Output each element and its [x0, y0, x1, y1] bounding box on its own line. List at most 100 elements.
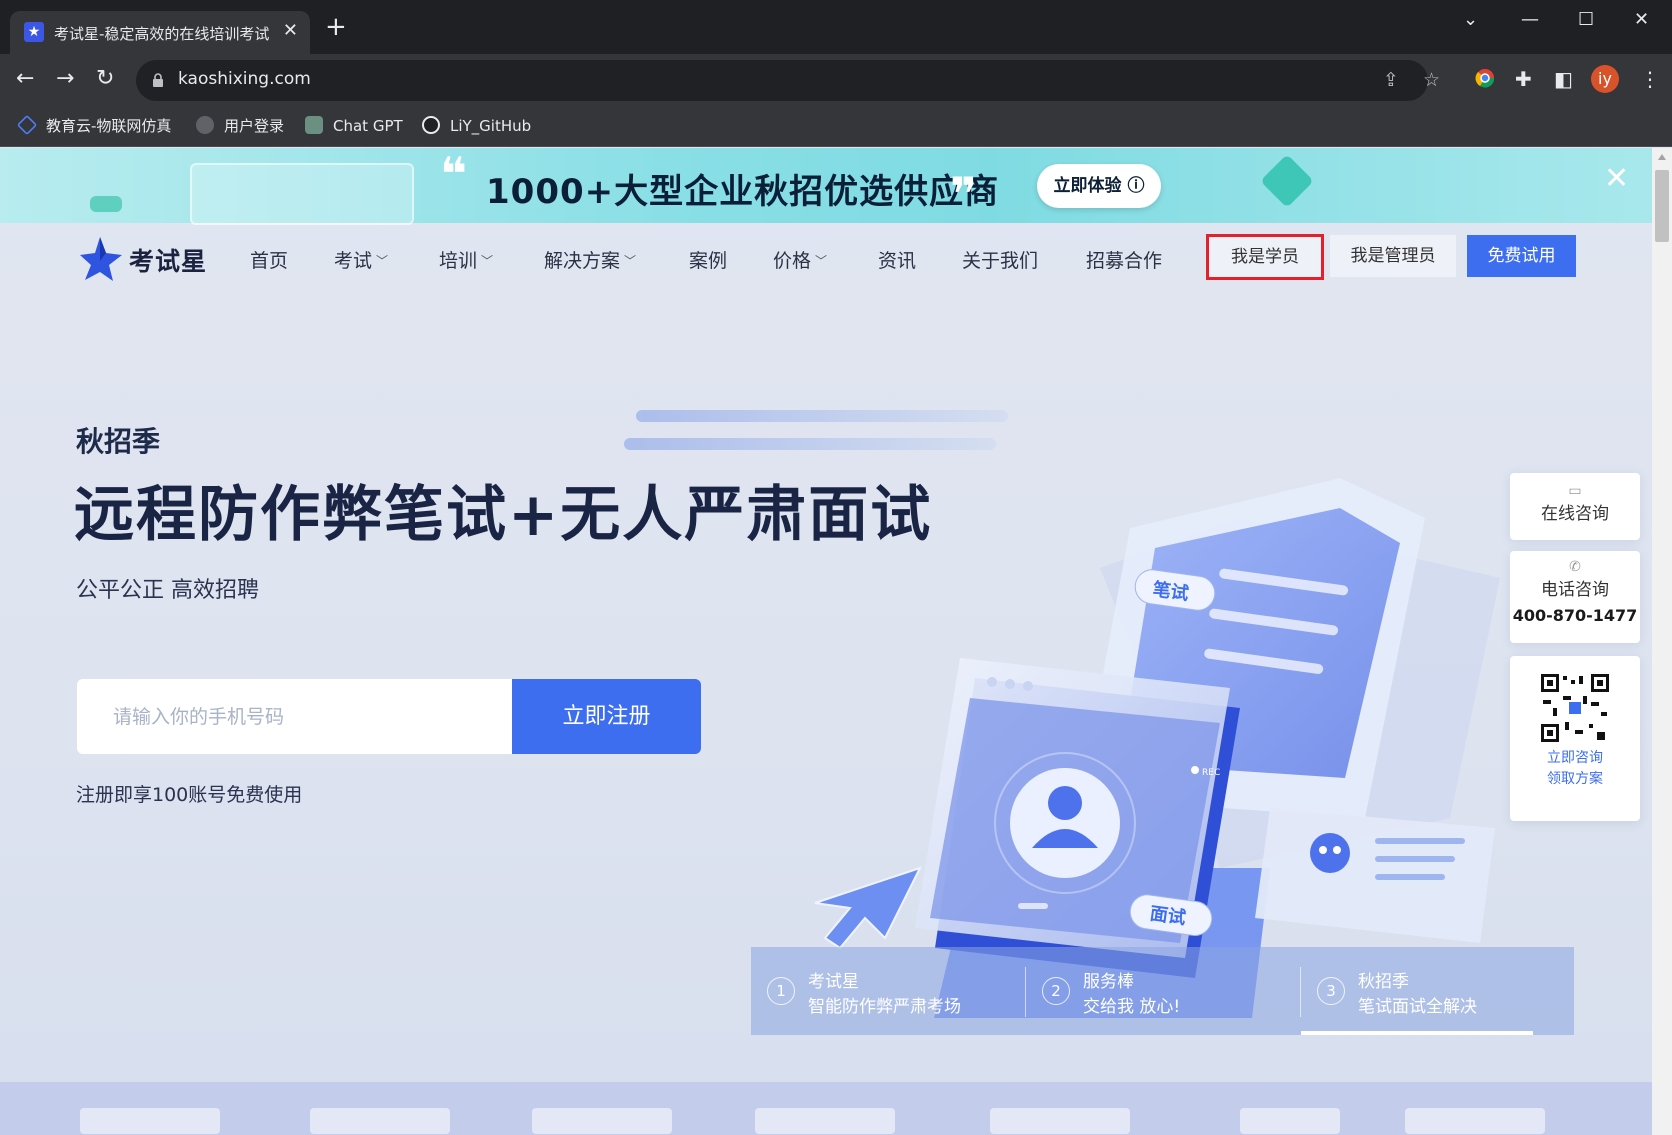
profile-avatar[interactable]: iy: [1591, 65, 1619, 93]
bookmark-label: Chat GPT: [333, 117, 403, 135]
diamond-star-icon: [1260, 154, 1314, 208]
logo-text[interactable]: 考试星: [129, 242, 207, 278]
bookmark-label: 用户登录: [224, 117, 285, 135]
bookmark-item[interactable]: 用户登录: [196, 115, 284, 137]
share-icon[interactable]: ⇪: [1383, 69, 1399, 91]
nav-item-exam[interactable]: 考试 ﹀: [334, 246, 388, 273]
customer-logo: [1405, 1108, 1545, 1134]
bookmarks-bar: 教育云-物联网仿真 用户登录 Chat GPT LiY_GitHub: [0, 107, 1672, 147]
chrome-extension-icon[interactable]: [1474, 67, 1496, 94]
customer-logo: [80, 1108, 220, 1134]
tab-search-icon[interactable]: ⌄: [1463, 10, 1478, 30]
bookmark-item[interactable]: 教育云-物联网仿真: [16, 114, 172, 137]
promo-close-icon[interactable]: ✕: [1604, 164, 1629, 194]
menu-kebab-icon[interactable]: ⋮: [1640, 67, 1660, 91]
nav-item-partners[interactable]: 招募合作: [1086, 246, 1162, 273]
browser-toolbar: ← → ↻ kaoshixing.com ⇪ ☆ ✚ ◧ iy ⋮: [0, 54, 1672, 107]
quote-close-icon: ❞: [950, 167, 977, 221]
colorful-circle-icon: [1475, 69, 1495, 88]
admin-login-button[interactable]: 我是管理员: [1330, 235, 1456, 277]
feature-number: 3: [1317, 977, 1345, 1005]
hero-kicker: 秋招季: [76, 425, 161, 458]
nav-item-news[interactable]: 资讯: [878, 246, 916, 273]
feature-desc: 交给我 放心!: [1083, 997, 1181, 1017]
customer-logo: [755, 1108, 895, 1134]
feature-title: 服务棒: [1083, 972, 1134, 992]
bookmark-item[interactable]: Chat GPT: [305, 115, 403, 137]
feature-item[interactable]: 2 服务棒 交给我 放心!: [1026, 965, 1286, 1021]
nav-item-pricing[interactable]: 价格 ﹀: [773, 246, 827, 273]
online-consult-label: 在线咨询: [1541, 504, 1609, 524]
customer-logo: [990, 1108, 1130, 1134]
online-consult-card[interactable]: ▭ 在线咨询: [1510, 473, 1640, 540]
page-scrollbar[interactable]: [1652, 148, 1672, 1135]
bookmark-item[interactable]: LiY_GitHub: [422, 115, 531, 137]
student-login-button[interactable]: 我是学员: [1206, 234, 1324, 280]
feature-item[interactable]: 1 考试星 智能防作弊严肃考场: [751, 965, 1011, 1021]
free-trial-button[interactable]: 免费试用: [1467, 235, 1576, 277]
register-button[interactable]: 立即注册: [512, 679, 701, 754]
customer-logos-strip: [0, 1082, 1652, 1135]
nav-item-cases[interactable]: 案例: [689, 246, 727, 273]
nav-item-training[interactable]: 培训 ﹀: [439, 246, 493, 273]
logo-star-icon[interactable]: [80, 237, 122, 281]
globe-icon: [196, 116, 214, 134]
feature-desc: 智能防作弊严肃考场: [808, 997, 961, 1017]
scroll-up-arrow-icon[interactable]: [1658, 154, 1666, 160]
chat-icon: ▭: [1568, 483, 1582, 499]
openai-icon: [305, 116, 323, 134]
reload-icon[interactable]: ↻: [96, 67, 114, 91]
puzzle-extensions-icon[interactable]: ✚: [1515, 67, 1532, 91]
customer-logo: [532, 1108, 672, 1134]
browser-tab-bar: ★ 考试星-稳定高效的在线培训考试 ✕ + ⌄ — ☐ ✕: [0, 0, 1672, 54]
qr-consult-card[interactable]: 立即咨询 领取方案: [1510, 656, 1640, 821]
tab-close-icon[interactable]: ✕: [283, 21, 298, 41]
feature-title: 考试星: [808, 972, 859, 992]
phone-icon: ✆: [1569, 559, 1581, 575]
scrollbar-thumb[interactable]: [1655, 170, 1669, 242]
url-text[interactable]: kaoshixing.com: [178, 69, 311, 89]
address-bar[interactable]: kaoshixing.com ⇪ ☆: [136, 60, 1440, 101]
hero-note: 注册即享100账号免费使用: [76, 784, 303, 806]
promo-text: 1000+大型企业秋招优选供应商: [486, 172, 1000, 212]
phone-consult-card[interactable]: ✆ 电话咨询 400-870-1477: [1510, 551, 1640, 643]
quote-open-icon: ❝: [440, 148, 467, 201]
nav-item-home[interactable]: 首页: [250, 246, 288, 273]
close-window-button[interactable]: ✕: [1634, 10, 1649, 30]
phone-consult-label: 电话咨询: [1541, 580, 1609, 600]
chevron-down-icon: ﹀: [624, 254, 637, 268]
chevron-down-icon: ﹀: [481, 254, 494, 268]
promo-decoration: [90, 196, 122, 212]
bookmark-label: 教育云-物联网仿真: [46, 117, 172, 135]
new-tab-button[interactable]: +: [325, 14, 347, 40]
side-panel-icon[interactable]: ◧: [1554, 67, 1573, 91]
nav-item-about[interactable]: 关于我们: [962, 246, 1038, 273]
svg-text:REC: REC: [1202, 768, 1220, 778]
bookmark-label: LiY_GitHub: [450, 117, 532, 135]
back-arrow-icon[interactable]: ←: [16, 67, 34, 91]
diamond-icon: [16, 114, 38, 136]
minimize-button[interactable]: —: [1521, 10, 1539, 30]
chevron-down-icon: ﹀: [815, 254, 828, 268]
promo-try-button[interactable]: 立即体验 ⓘ: [1037, 164, 1161, 208]
qr-consult-link[interactable]: 立即咨询: [1510, 748, 1640, 769]
nav-item-solutions[interactable]: 解决方案 ﹀: [544, 246, 636, 273]
feature-item[interactable]: 3 秋招季 笔试面试全解决: [1301, 965, 1561, 1021]
qr-solution-link[interactable]: 领取方案: [1510, 769, 1640, 790]
customer-logo: [1240, 1108, 1340, 1134]
feature-carousel: 1 考试星 智能防作弊严肃考场 2 服务棒 交给我 放心! 3 秋招季 笔试面试…: [751, 947, 1574, 1035]
hero-illustration: 笔试 REC 面试: [814, 478, 1500, 1018]
site-navigation: 考试星 首页 考试 ﹀ 培训 ﹀ 解决方案 ﹀ 案例 价格 ﹀ 资讯 关于我们 招募合作…: [0, 223, 1652, 295]
promo-banner[interactable]: ❝ 1000+大型企业秋招优选供应商 ❞ 立即体验 ⓘ ✕: [0, 148, 1652, 225]
browser-tab[interactable]: ★ 考试星-稳定高效的在线培训考试 ✕: [10, 11, 310, 54]
phone-number-input[interactable]: [77, 679, 512, 754]
page-content: ❝ 1000+大型企业秋招优选供应商 ❞ 立即体验 ⓘ ✕ 考试星 首页 考试 ﹀…: [0, 148, 1652, 1135]
bookmark-star-icon[interactable]: ☆: [1423, 69, 1440, 91]
feature-title: 秋招季: [1358, 972, 1409, 992]
qr-code-icon: [1539, 672, 1611, 744]
forward-arrow-icon[interactable]: →: [56, 67, 74, 91]
feature-desc: 笔试面试全解决: [1358, 997, 1477, 1017]
feature-number: 1: [767, 977, 795, 1005]
maximize-button[interactable]: ☐: [1578, 10, 1594, 30]
customer-logo: [310, 1108, 450, 1134]
